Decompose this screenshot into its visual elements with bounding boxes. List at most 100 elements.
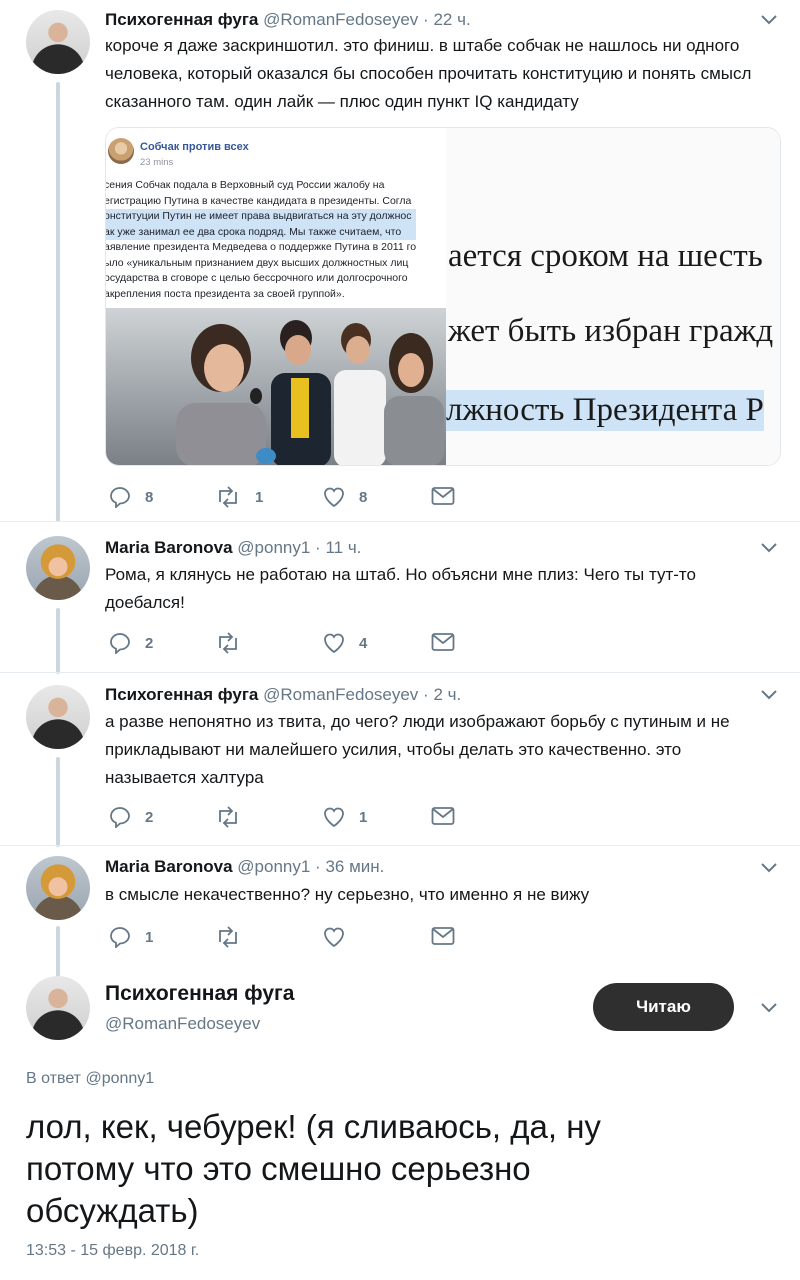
fb-line: сения Собчак подала в Верховный суд Росс… [106, 179, 385, 191]
reply-count: 1 [145, 928, 154, 946]
author-name[interactable]: Maria Baronova [105, 538, 233, 557]
reply-action[interactable]: 8 [109, 486, 153, 508]
tweet-1[interactable]: Психогенная фуга @RomanFedoseyev · 22 ч.… [0, 0, 800, 522]
dm-action[interactable] [431, 632, 469, 652]
chevron-down-icon[interactable] [760, 1002, 778, 1014]
tweet-time[interactable]: 36 мин. [325, 857, 384, 876]
author-handle[interactable]: @RomanFedoseyev [263, 685, 418, 704]
retweet-icon [219, 806, 237, 828]
chevron-down-icon[interactable] [760, 689, 778, 701]
fb-line: акрепления поста президента за своей гру… [106, 287, 345, 300]
author-handle[interactable]: @ponny1 [237, 857, 310, 876]
dm-action[interactable] [431, 926, 469, 946]
tweet-2[interactable]: Maria Baronova @ponny1 · 11 ч. Рома, я к… [0, 522, 800, 674]
following-button[interactable]: Читаю [593, 983, 734, 1031]
fb-line: ыло «уникальным признанием двух высших д… [106, 256, 409, 269]
tweet-4[interactable]: Maria Baronova @ponny1 · 36 мин. в смысл… [0, 846, 800, 978]
author-handle[interactable]: @RomanFedoseyev [105, 1014, 260, 1034]
fb-post-body: сения Собчак подала в Верховный суд Росс… [106, 178, 417, 302]
thread-line [56, 608, 60, 674]
reply-action[interactable]: 2 [109, 632, 153, 654]
retweet-action[interactable] [215, 632, 255, 654]
like-action[interactable]: 4 [323, 632, 367, 654]
separator-dot: · [315, 857, 321, 876]
reply-icon [110, 633, 130, 654]
avatar[interactable] [26, 536, 90, 600]
envelope-icon [431, 487, 455, 505]
like-action[interactable] [323, 926, 359, 948]
like-count: 1 [359, 808, 368, 826]
reply-count: 2 [145, 634, 154, 652]
like-count: 8 [359, 488, 368, 506]
dm-action[interactable] [431, 806, 469, 826]
author-handle[interactable]: @ponny1 [237, 538, 310, 557]
chevron-down-icon[interactable] [760, 542, 778, 554]
heart-icon [324, 487, 344, 508]
chevron-down-icon[interactable] [760, 862, 778, 874]
constitution-screenshot: ается сроком на шесть жет быть избран гр… [446, 128, 780, 465]
fb-time: 23 mins [140, 157, 174, 168]
avatar[interactable] [26, 685, 90, 749]
envelope-icon [431, 807, 455, 825]
tweet-time[interactable]: 22 ч. [433, 10, 470, 29]
separator-dot: · [315, 538, 321, 557]
reply-count: 8 [145, 488, 154, 506]
tweet-3[interactable]: Психогенная фуга @RomanFedoseyev · 2 ч. … [0, 673, 800, 847]
like-action[interactable]: 8 [323, 486, 367, 508]
avatar[interactable] [26, 856, 90, 920]
separator-dot: · [423, 685, 429, 704]
retweet-count: 1 [255, 488, 264, 506]
tweet-header: Психогенная фуга @RomanFedoseyev · 2 ч. [105, 685, 461, 705]
envelope-icon [431, 633, 455, 651]
tweet-actions: 2 4 [105, 632, 505, 656]
retweet-action[interactable]: 1 [215, 486, 263, 508]
like-action[interactable]: 1 [323, 806, 367, 828]
tweet-text: в смысле некачественно? ну серьезно, что… [105, 885, 590, 904]
reply-action[interactable]: 2 [109, 806, 153, 828]
like-count: 4 [359, 634, 368, 652]
author-name[interactable]: Психогенная фуга [105, 685, 258, 704]
tweet-text: Рома, я клянусь не работаю на штаб. Но о… [105, 565, 696, 612]
retweet-action[interactable] [215, 926, 255, 948]
fb-line: онституции Путин не имеет права выдвигат… [106, 209, 417, 225]
reply-to-handle[interactable]: @ponny1 [85, 1070, 154, 1087]
author-name[interactable]: Maria Baronova [105, 857, 233, 876]
fb-avatar [108, 138, 134, 164]
const-line: жет быть избран гражд [448, 313, 774, 349]
people-illustration [176, 320, 444, 465]
reply-action[interactable]: 1 [109, 926, 153, 948]
fb-line: аявление президента Медведева о поддержк… [106, 241, 417, 253]
tweet-text: а разве непонятно из твита, до чего? люд… [105, 712, 730, 787]
tweet-time[interactable]: 11 ч. [325, 538, 361, 557]
tweet-header: Maria Baronova @ponny1 · 11 ч. [105, 538, 361, 558]
fb-line: осударства в сговоре с целью бессрочного… [106, 272, 408, 284]
dm-action[interactable] [431, 486, 469, 506]
tweet-timestamp[interactable]: 13:53 - 15 февр. 2018 г. [26, 1242, 199, 1260]
press-photo [106, 308, 446, 465]
fb-line: егистрацию Путина в качестве кандидата в… [106, 194, 412, 207]
reply-icon [110, 487, 130, 508]
author-name[interactable]: Психогенная фуга [105, 982, 294, 1006]
retweet-icon [219, 632, 237, 654]
tweet-header: Maria Baronova @ponny1 · 36 мин. [105, 857, 384, 877]
heart-icon [324, 927, 344, 948]
main-tweet-text: лол, кек, чебурек! (я сливаюсь, да, ну п… [26, 1108, 601, 1229]
avatar[interactable] [26, 10, 90, 74]
thread-line [56, 82, 60, 522]
retweet-action[interactable] [215, 806, 255, 828]
reply-prefix: В ответ [26, 1070, 82, 1087]
reply-icon [110, 927, 130, 948]
retweet-icon [219, 926, 237, 948]
separator-dot: · [423, 10, 429, 29]
tweet-time[interactable]: 2 ч. [433, 685, 461, 704]
thread-line [56, 757, 60, 847]
retweet-icon [219, 486, 237, 508]
author-handle[interactable]: @RomanFedoseyev [263, 10, 418, 29]
avatar[interactable] [26, 976, 90, 1040]
tweet-header: Психогенная фуга @RomanFedoseyev · 22 ч. [105, 10, 471, 30]
tweet-actions: 1 [105, 926, 505, 950]
author-name[interactable]: Психогенная фуга [105, 10, 258, 29]
chevron-down-icon[interactable] [760, 14, 778, 26]
tweet-media[interactable]: Собчак против всех 23 mins сения Собчак … [105, 127, 781, 466]
tweet-actions: 2 1 [105, 806, 505, 830]
